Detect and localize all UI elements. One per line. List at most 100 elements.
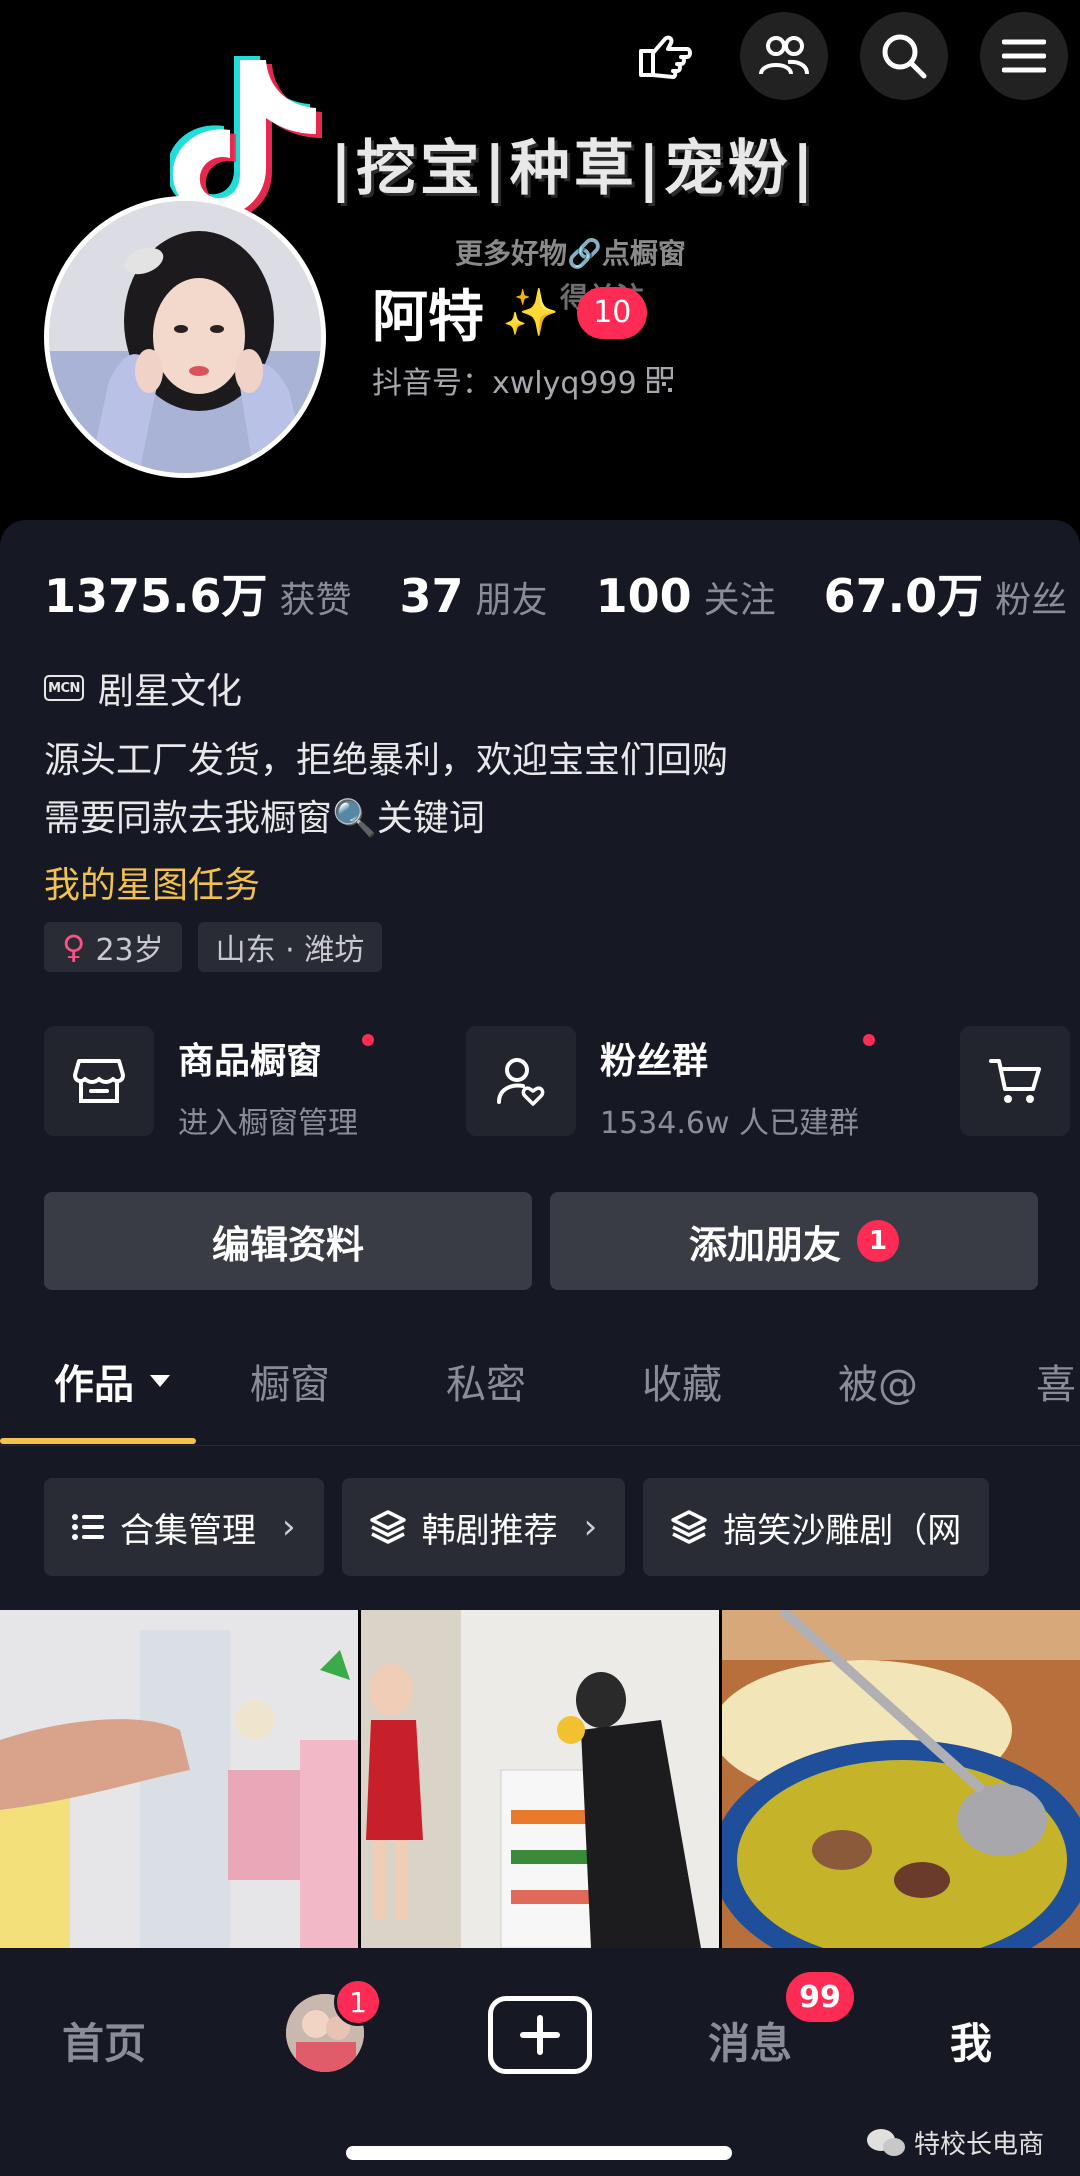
wechat-icon [866,2128,905,2156]
location-tag: 山东 · 潍坊 [197,922,383,972]
add-friend-label: 添加朋友 [688,1222,841,1267]
video-grid [0,1610,1080,1948]
layers-icon [369,1510,406,1544]
fan-group-entry[interactable]: 粉丝群 1534.6w 人已建群 [466,1026,876,1142]
active-tab-indicator [0,1438,196,1444]
stat-followers-num: 67.0万 [823,569,984,623]
name-badge[interactable]: 10 [577,286,648,339]
stat-following[interactable]: 100 关注 [596,569,776,623]
female-icon: ♀ [62,928,86,966]
create-button[interactable] [488,1996,592,2074]
fan-group-sub: 1534.6w 人已建群 [600,1106,860,1141]
shop-window-title: 商品橱窗 [178,1032,374,1084]
edit-profile-button[interactable]: 编辑资料 [44,1192,532,1290]
chevron-right-icon: › [583,1507,598,1547]
shop-window-sub: 进入橱窗管理 [178,1106,358,1141]
stat-following-num: 100 [595,569,692,623]
douyin-id-text: 抖音号：xwlyq999 [372,366,637,401]
tab-favorites[interactable]: 收藏 [642,1352,722,1410]
stat-likes-num: 1375.6万 [44,569,268,623]
content-tabs: 作品 橱窗 私密 收藏 被@ 喜 [0,1320,1080,1446]
cart-entry[interactable] [960,1026,1070,1136]
stat-followers-label: 粉丝 [995,580,1068,621]
watermark-text: 特校长电商 [913,2130,1044,2160]
chip-label: 合集管理 [120,1510,256,1551]
bio-line-2: 需要同款去我橱窗🔍关键词 [44,798,485,839]
collection-chips: 合集管理 › 韩剧推荐 › 搞笑沙雕剧（网 [44,1478,990,1576]
profile-bio: 源头工厂发货，拒绝暴利，欢迎宝宝们回购 需要同款去我橱窗🔍关键词 [44,732,728,848]
add-friend-badge: 1 [857,1220,899,1262]
top-action-bar [620,12,1068,100]
hand-point-icon[interactable] [620,12,708,100]
chevron-right-icon: › [282,1507,296,1547]
cover-banner-text: |挖宝|种草|宠粉| [330,134,818,204]
tab-window[interactable]: 橱窗 [250,1352,330,1410]
edit-profile-label: 编辑资料 [211,1222,364,1267]
menu-icon[interactable] [980,12,1068,100]
star-task-link[interactable]: 我的星图任务 [44,856,260,908]
plus-icon [520,2015,560,2055]
mcn-agency[interactable]: MCN 剧星文化 [44,662,242,714]
stat-friends-num: 37 [399,569,464,623]
stat-friends[interactable]: 37 朋友 [400,569,548,623]
cover-subtext: 更多好物🔗点橱窗 [455,237,686,270]
shop-window-entry[interactable]: 商品橱窗 进入橱窗管理 [44,1026,374,1142]
tab-private[interactable]: 私密 [446,1352,526,1410]
funny-drama-chip[interactable]: 搞笑沙雕剧（网 [643,1478,990,1576]
chip-label: 韩剧推荐 [421,1510,558,1551]
stat-friends-label: 朋友 [475,580,548,621]
list-icon [72,1514,104,1540]
profile-name-row: 阿特 ✨ 10 [372,272,648,353]
store-icon [44,1026,154,1136]
caret-down-icon [150,1375,170,1387]
korean-drama-chip[interactable]: 韩剧推荐 › [341,1478,626,1576]
messages-badge: 99 [786,1972,854,2022]
layers-icon [671,1510,707,1544]
nav-messages[interactable]: 消息 [708,2010,792,2071]
mcn-name: 剧星文化 [98,671,243,712]
red-dot-indicator [362,1034,374,1046]
tab-works[interactable]: 作品 [54,1352,172,1410]
douyin-id[interactable]: 抖音号：xwlyq999 [372,358,673,402]
mcn-icon: MCN [44,675,84,701]
service-entries: 商品橱窗 进入橱窗管理 粉丝群 1534.6w 人已建群 [44,1026,1080,1141]
stat-likes-label: 获赞 [279,580,352,621]
profile-panel: 1375.6万 获赞 37 朋友 100 关注 67.0万 粉丝 MCN 剧星文… [0,520,1080,1610]
age-tag: ♀ 23岁 [44,922,182,972]
tab-likes[interactable]: 喜 [1036,1352,1076,1410]
friend-badge: 1 [334,1978,382,2026]
profile-name: 阿特 [372,285,484,350]
age-text: 23岁 [95,933,164,968]
chip-label: 搞笑沙雕剧（网 [723,1510,962,1551]
add-friend-button[interactable]: 添加朋友 1 [550,1192,1038,1290]
fan-group-title: 粉丝群 [600,1032,876,1084]
nav-me[interactable]: 我 [950,2010,992,2071]
video-thumbnail[interactable] [722,1610,1080,1948]
stat-followers[interactable]: 67.0万 粉丝 [824,560,1068,626]
video-thumbnail[interactable] [361,1610,719,1948]
tiktok-logo-icon [170,56,322,220]
profile-tags: ♀ 23岁 山东 · 潍坊 [44,922,383,972]
tab-mentions[interactable]: 被@ [838,1352,918,1410]
cart-icon [960,1026,1070,1136]
bottom-nav: 首页 1 消息 99 我 特校长电商 [0,1948,1080,2176]
nav-home[interactable]: 首页 [62,2010,146,2071]
profile-stats: 1375.6万 获赞 37 朋友 100 关注 67.0万 粉丝 [44,560,1067,626]
stat-likes[interactable]: 1375.6万 获赞 [44,560,352,626]
search-icon[interactable] [860,12,948,100]
fan-group-icon [466,1026,576,1136]
watermark: 特校长电商 [866,2124,1044,2161]
tab-works-label: 作品 [54,1362,134,1408]
friends-icon[interactable] [740,12,828,100]
collection-manage-chip[interactable]: 合集管理 › [44,1478,324,1576]
home-indicator[interactable] [346,2146,732,2160]
red-dot-indicator [863,1034,876,1046]
profile-actions: 编辑资料 添加朋友 1 [44,1192,1038,1290]
location-text: 山东 · 潍坊 [215,933,365,968]
avatar[interactable] [44,196,326,478]
bio-line-1: 源头工厂发货，拒绝暴利，欢迎宝宝们回购 [44,740,729,781]
video-thumbnail[interactable] [0,1610,358,1948]
sparkle-icon: ✨ [502,285,560,339]
qr-code-icon[interactable] [646,367,673,393]
stat-following-label: 关注 [703,580,776,621]
